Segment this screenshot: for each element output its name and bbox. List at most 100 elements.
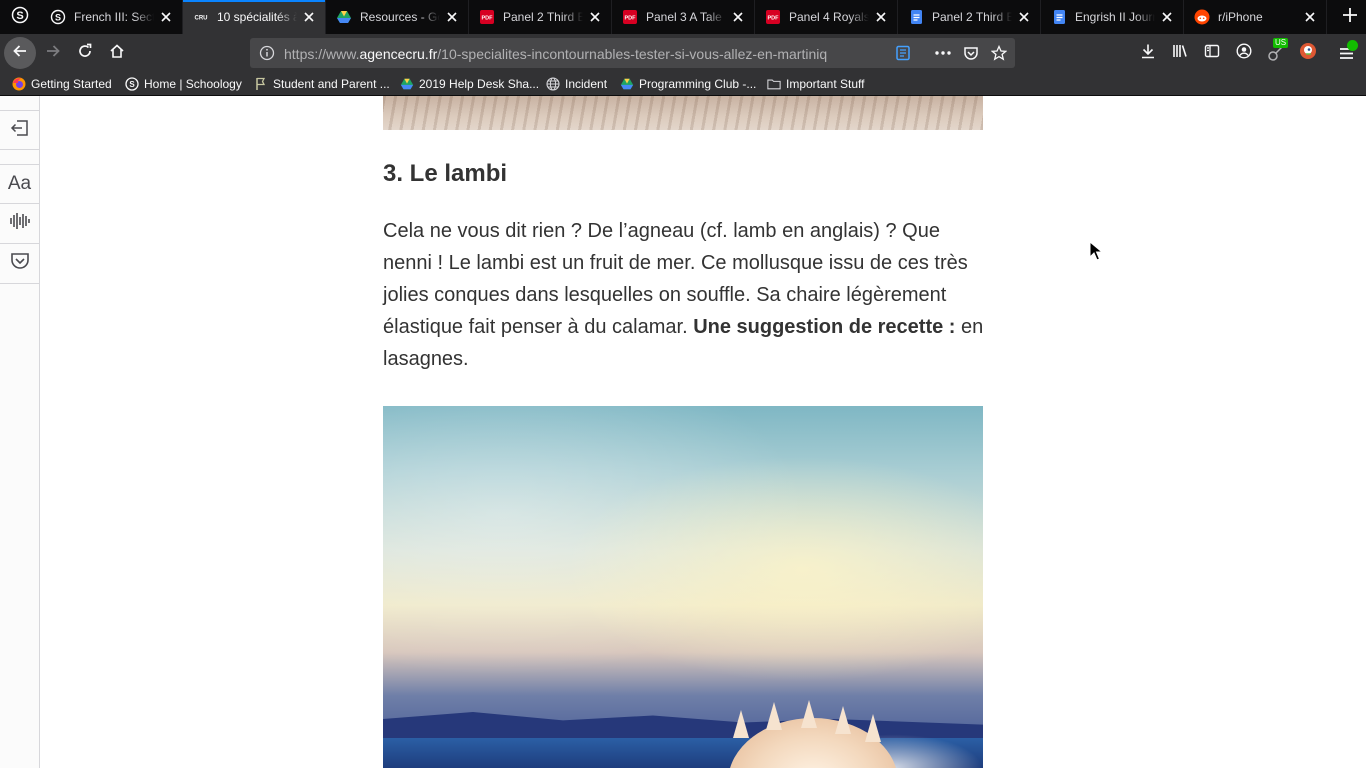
google-drive-icon (620, 77, 634, 91)
type-controls-button[interactable]: Aa (0, 164, 39, 204)
url-text[interactable]: https://www.agencecru.fr/10-specialites-… (284, 46, 864, 62)
google-docs-icon (1051, 9, 1067, 25)
pdf-icon: PDF (479, 9, 495, 25)
type-controls-label: Aa (7, 173, 32, 194)
back-arrow-icon (12, 43, 28, 64)
vpn-extension-icon: US (1267, 38, 1289, 62)
close-tab-icon[interactable] (730, 9, 746, 25)
reader-toolbar: Aa (0, 96, 40, 768)
tab-panel-2-pdf[interactable]: PDF Panel 2 Third Es (469, 0, 612, 34)
pocket-icon (10, 252, 30, 275)
svg-text:S: S (16, 10, 23, 22)
reader-view-icon[interactable] (894, 44, 912, 62)
tab-title: Engrish II Journ (1075, 10, 1155, 24)
svg-text:PDF: PDF (768, 16, 780, 22)
page-actions-icon[interactable] (934, 44, 952, 62)
tab-strip: S S French III: Secti CRU 10 spécialités… (0, 0, 1366, 34)
schoology-pinned-tab[interactable]: S (0, 0, 40, 34)
close-tab-icon[interactable] (158, 9, 174, 25)
bookmark-label: Programming Club -... (639, 77, 757, 91)
cru-favicon-text: CRU (195, 16, 208, 22)
tab-panel-3-pdf[interactable]: PDF Panel 3 A Tale o (612, 0, 755, 34)
tab-title: Panel 4 Royals I (789, 10, 869, 24)
tab-panel-4-pdf[interactable]: PDF Panel 4 Royals I (755, 0, 898, 34)
navigation-toolbar: https://www.agencecru.fr/10-specialites-… (0, 34, 1366, 72)
duckduckgo-extension-button[interactable] (1292, 37, 1324, 69)
tab-title: Resources - Go (360, 10, 440, 24)
firefox-icon (12, 77, 26, 91)
bookmark-label: 2019 Help Desk Sha... (419, 77, 540, 91)
bookmark-label: Getting Started (31, 77, 112, 91)
home-button[interactable] (101, 37, 133, 69)
forward-button[interactable] (37, 37, 69, 69)
close-tab-icon[interactable] (301, 9, 317, 25)
bookmark-label: Student and Parent ... (273, 77, 390, 91)
close-tab-icon[interactable] (1016, 9, 1032, 25)
tab-title: French III: Secti (74, 10, 154, 24)
home-icon (109, 43, 125, 64)
tab-resources[interactable]: Resources - Go (326, 0, 469, 34)
app-menu-button[interactable] (1331, 37, 1363, 69)
close-tab-icon[interactable] (1159, 9, 1175, 25)
bookmark-student-and-parent[interactable]: Student and Parent ... (254, 75, 390, 93)
hamburger-menu-icon (1338, 40, 1358, 62)
address-bar[interactable]: https://www.agencecru.fr/10-specialites-… (250, 38, 1015, 68)
bookmark-incident[interactable]: Incident (546, 75, 607, 93)
google-docs-icon (908, 9, 924, 25)
tab-title: 10 spécialités à (217, 10, 297, 24)
bookmark-label: Incident (565, 77, 608, 91)
article-paragraph: Cela ne vous dit rien ? De l’agneau (cf.… (383, 215, 988, 375)
tab-panel-2-doc[interactable]: Panel 2 Third Es (898, 0, 1041, 34)
sidebar-icon (1204, 43, 1220, 64)
url-path: /10-specialites-incontournables-tester-s… (437, 46, 828, 62)
google-drive-icon (400, 77, 414, 91)
close-tab-icon[interactable] (587, 9, 603, 25)
sidebar-toggle-button[interactable] (1196, 37, 1228, 69)
tab-french-iii[interactable]: S French III: Secti (40, 0, 183, 34)
pdf-icon: PDF (622, 9, 638, 25)
new-tab-button[interactable] (1334, 0, 1366, 34)
tab-specialites[interactable]: CRU 10 spécialités à (183, 0, 326, 34)
bookmark-star-icon[interactable] (990, 44, 1008, 62)
bookmark-folder-important-stuff[interactable]: Important Stuff (767, 75, 865, 93)
exit-reader-icon (10, 118, 30, 143)
article-image-previous (383, 96, 983, 130)
downloads-button[interactable] (1132, 37, 1164, 69)
reload-icon (77, 43, 93, 64)
tab-title: r/iPhone (1218, 10, 1263, 24)
back-button[interactable] (4, 37, 36, 69)
tab-reddit-iphone[interactable]: r/iPhone (1184, 0, 1327, 34)
flag-icon (254, 77, 268, 91)
schoology-icon: S (125, 77, 139, 91)
site-info-icon[interactable] (258, 44, 276, 62)
narrate-button[interactable] (0, 204, 39, 244)
vpn-extension-button[interactable]: US (1260, 37, 1292, 69)
url-protocol: https://www. (284, 46, 360, 62)
pocket-icon[interactable] (962, 44, 980, 62)
pdf-icon: PDF (765, 9, 781, 25)
reader-article: 3. Le lambi Cela ne vous dit rien ? De l… (40, 96, 1366, 768)
bookmark-label: Important Stuff (786, 77, 865, 91)
account-button[interactable] (1228, 37, 1260, 69)
library-icon (1172, 43, 1188, 64)
close-tab-icon[interactable] (444, 9, 460, 25)
url-host: agencecru.fr (359, 46, 438, 62)
tab-title: Panel 2 Third Es (932, 10, 1012, 24)
bookmark-programming-club[interactable]: Programming Club -... (620, 75, 756, 93)
save-to-pocket-button[interactable] (0, 244, 39, 284)
reload-button[interactable] (69, 37, 101, 69)
bookmark-help-desk[interactable]: 2019 Help Desk Sha... (400, 75, 539, 93)
section-heading: 3. Le lambi (383, 160, 508, 187)
bookmark-home-schoology[interactable]: S Home | Schoology (125, 75, 242, 93)
cru-icon: CRU (193, 9, 209, 25)
close-tab-icon[interactable] (873, 9, 889, 25)
tab-engrish-journal[interactable]: Engrish II Journ (1041, 0, 1184, 34)
tab-title: Panel 3 A Tale o (646, 10, 726, 24)
plus-icon (1343, 7, 1357, 27)
bookmark-getting-started[interactable]: Getting Started (12, 75, 112, 93)
svg-text:PDF: PDF (482, 16, 494, 22)
close-tab-icon[interactable] (1302, 9, 1318, 25)
library-button[interactable] (1164, 37, 1196, 69)
close-reader-view-button[interactable] (0, 110, 39, 150)
folder-icon (767, 77, 781, 91)
